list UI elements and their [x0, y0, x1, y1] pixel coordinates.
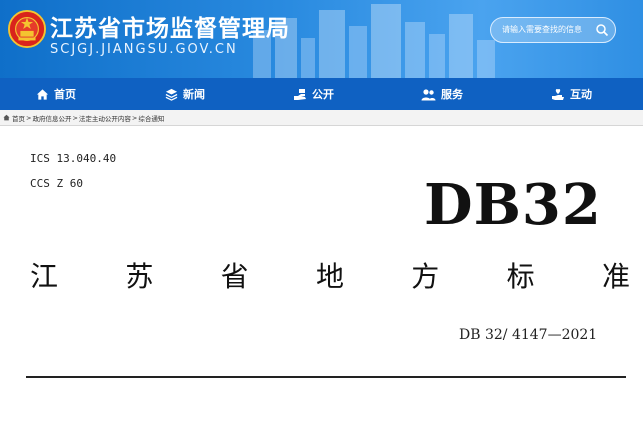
- title-char: 方: [411, 260, 440, 293]
- layers-icon: [165, 88, 178, 101]
- main-nav: 首页 新闻 公开 服务 互动: [0, 78, 643, 110]
- nav-label: 服务: [441, 88, 463, 101]
- nav-label: 公开: [312, 88, 334, 101]
- nav-label: 首页: [54, 88, 76, 101]
- breadcrumb-home-icon: [3, 114, 10, 121]
- breadcrumb-link[interactable]: 首页: [12, 113, 25, 123]
- national-emblem-icon: [8, 10, 46, 48]
- standard-number: DB 32/ 4147—2021: [459, 327, 598, 343]
- hand-icon: [294, 88, 306, 100]
- home-icon: [36, 88, 49, 100]
- search-icon[interactable]: [595, 23, 609, 37]
- nav-item-news[interactable]: 新闻: [165, 78, 205, 110]
- breadcrumb-link[interactable]: 政府信息公开: [32, 113, 71, 123]
- standard-code: DB32: [424, 172, 602, 238]
- divider-line: [26, 376, 626, 378]
- nav-item-service[interactable]: 服务: [421, 78, 463, 110]
- breadcrumb-link[interactable]: 法定主动公开内容: [79, 113, 131, 123]
- breadcrumb-separator: >: [26, 113, 32, 122]
- site-title: 江苏省市场监督管理局: [50, 16, 290, 42]
- ccs-code: CCS Z 60: [30, 177, 83, 190]
- title-char: 苏: [125, 260, 154, 293]
- site-header: 江苏省市场监督管理局 SCJGJ.JIANGSU.GOV.CN 请输入需要查找的…: [0, 0, 643, 78]
- breadcrumb-separator: >: [131, 113, 138, 122]
- title-char: 省: [220, 260, 249, 293]
- title-char: 地: [315, 260, 344, 293]
- nav-item-home[interactable]: 首页: [36, 78, 76, 110]
- breadcrumb-separator: >: [72, 113, 78, 122]
- search-placeholder: 请输入需要查找的信息: [502, 25, 582, 34]
- title-char: 准: [601, 260, 630, 293]
- search-input[interactable]: 请输入需要查找的信息: [490, 17, 616, 43]
- title-char: 标: [506, 260, 535, 293]
- breadcrumb-current[interactable]: 综合通知: [138, 113, 164, 123]
- users-icon: [421, 88, 436, 100]
- nav-item-public[interactable]: 公开: [293, 78, 334, 110]
- heart-hand-icon: [552, 88, 564, 100]
- nav-label: 互动: [570, 88, 592, 101]
- site-url: SCJGJ.JIANGSU.GOV.CN: [50, 42, 238, 57]
- standard-title: 江 苏 省 地 方 标 准: [24, 255, 636, 295]
- title-char: 江: [29, 260, 58, 293]
- breadcrumb: 首页 > 政府信息公开 > 法定主动公开内容 > 综合通知: [0, 110, 643, 126]
- nav-item-interact[interactable]: 互动: [551, 78, 592, 110]
- nav-label: 新闻: [183, 88, 205, 101]
- ics-code: ICS 13.040.40: [30, 152, 117, 165]
